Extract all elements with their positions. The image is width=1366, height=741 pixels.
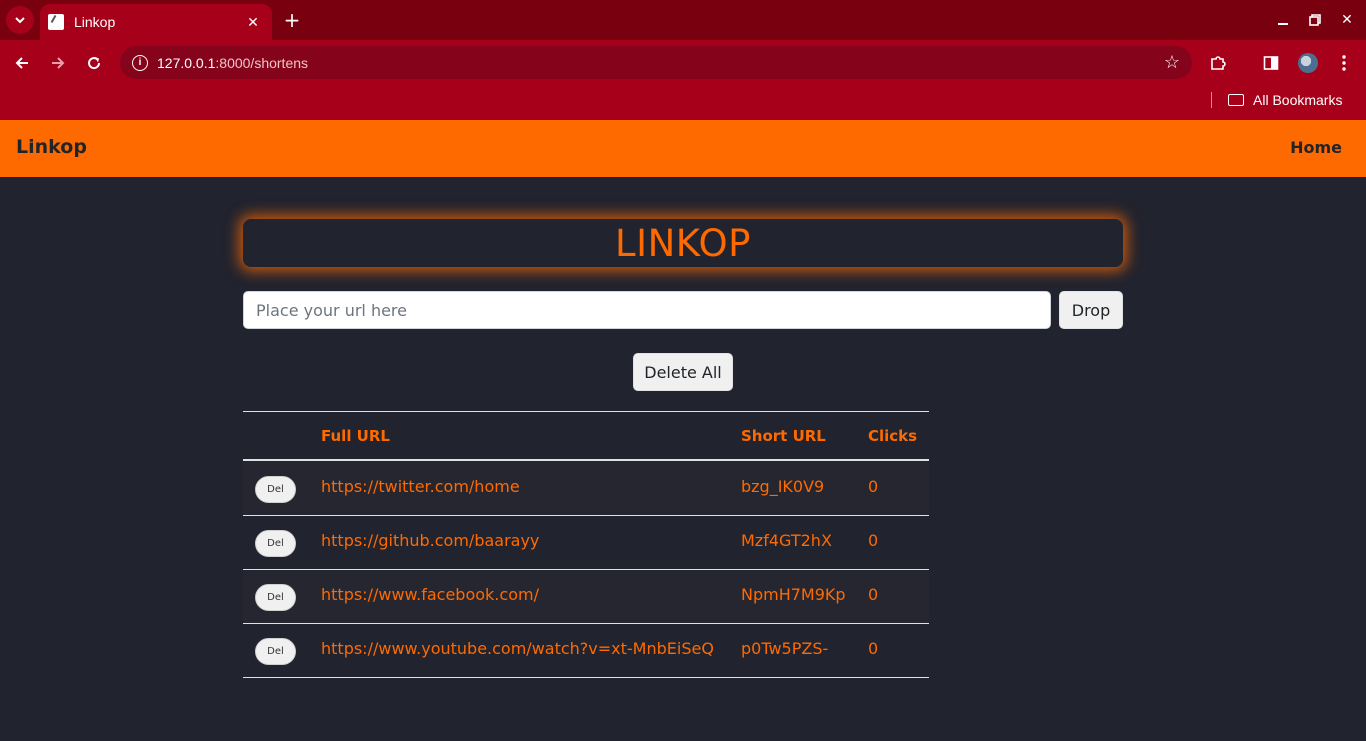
- profile-avatar[interactable]: [1298, 53, 1318, 73]
- full-url-link[interactable]: https://www.facebook.com/: [321, 585, 539, 604]
- full-url-link[interactable]: https://github.com/baarayy: [321, 531, 539, 550]
- minimize-icon[interactable]: [1270, 8, 1296, 32]
- delete-row-button[interactable]: Del: [255, 638, 296, 665]
- table-row: Del https://twitter.com/home bzg_IK0V9 0: [243, 462, 929, 516]
- window-close-icon[interactable]: ✕: [1334, 8, 1360, 32]
- browser-toolbar: i 127.0.0.1 :8000/shortens ☆ All Bookmar…: [0, 40, 1366, 120]
- header-full-url: Full URL: [321, 427, 390, 445]
- full-url-link[interactable]: https://twitter.com/home: [321, 477, 520, 496]
- folder-icon: [1228, 94, 1244, 106]
- tab-close-icon[interactable]: ✕: [244, 13, 262, 31]
- click-count: 0: [868, 531, 879, 550]
- site-info-icon[interactable]: i: [132, 54, 148, 71]
- url-input[interactable]: [243, 291, 1051, 329]
- click-count: 0: [868, 477, 879, 496]
- forward-arrow-icon[interactable]: [44, 50, 72, 76]
- browser-tab-active[interactable]: Linkop ✕: [40, 4, 272, 40]
- short-url-link[interactable]: bzg_IK0V9: [741, 477, 824, 496]
- hero-title-banner: LINKOP: [243, 219, 1123, 267]
- reload-icon[interactable]: [80, 50, 108, 76]
- short-url-link[interactable]: Mzf4GT2hX: [741, 531, 832, 550]
- favicon-icon: [48, 14, 64, 30]
- all-bookmarks-label: All Bookmarks: [1253, 92, 1343, 108]
- drop-button[interactable]: Drop: [1059, 291, 1123, 329]
- tab-title: Linkop: [74, 14, 116, 30]
- hero-title: LINKOP: [615, 221, 751, 265]
- click-count: 0: [868, 639, 879, 658]
- site-navbar: Linkop Home: [0, 120, 1366, 177]
- nav-home-link[interactable]: Home: [1290, 138, 1342, 157]
- bookmark-star-icon[interactable]: ☆: [1164, 52, 1180, 73]
- side-panel-icon[interactable]: [1258, 50, 1284, 76]
- click-count: 0: [868, 585, 879, 604]
- new-tab-plus-icon[interactable]: +: [280, 8, 304, 32]
- table-row: Del https://www.facebook.com/ NpmH7M9Kp …: [243, 570, 929, 624]
- header-short-url: Short URL: [741, 427, 826, 445]
- all-bookmarks-button[interactable]: All Bookmarks: [1228, 90, 1342, 110]
- table-row: Del https://github.com/baarayy Mzf4GT2hX…: [243, 516, 929, 570]
- short-url-link[interactable]: NpmH7M9Kp: [741, 585, 846, 604]
- url-path: :8000/shortens: [215, 54, 309, 71]
- full-url-link[interactable]: https://www.youtube.com/watch?v=xt-MnbEi…: [321, 639, 714, 658]
- url-host: 127.0.0.1: [157, 54, 216, 71]
- delete-row-button[interactable]: Del: [255, 584, 296, 611]
- header-clicks: Clicks: [868, 427, 918, 445]
- back-arrow-icon[interactable]: [8, 50, 36, 76]
- browser-tab-bar: Linkop ✕ + ✕: [0, 0, 1366, 40]
- table-header: Full URL Short URL Clicks: [243, 412, 929, 461]
- address-bar[interactable]: i 127.0.0.1 :8000/shortens ☆: [120, 46, 1192, 79]
- short-url-link[interactable]: p0Tw5PZS-: [741, 639, 828, 658]
- delete-row-button[interactable]: Del: [255, 530, 296, 557]
- navbar-brand[interactable]: Linkop: [16, 136, 87, 158]
- delete-all-button[interactable]: Delete All: [633, 353, 733, 391]
- extensions-puzzle-icon[interactable]: [1205, 50, 1231, 76]
- restore-icon[interactable]: [1302, 8, 1328, 32]
- table-row: Del https://www.youtube.com/watch?v=xt-M…: [243, 624, 929, 678]
- bookmarks-divider: [1211, 92, 1212, 108]
- delete-row-button[interactable]: Del: [255, 476, 296, 503]
- tab-list-chevron-down-icon[interactable]: [6, 6, 34, 34]
- menu-kebab-icon[interactable]: [1331, 50, 1357, 76]
